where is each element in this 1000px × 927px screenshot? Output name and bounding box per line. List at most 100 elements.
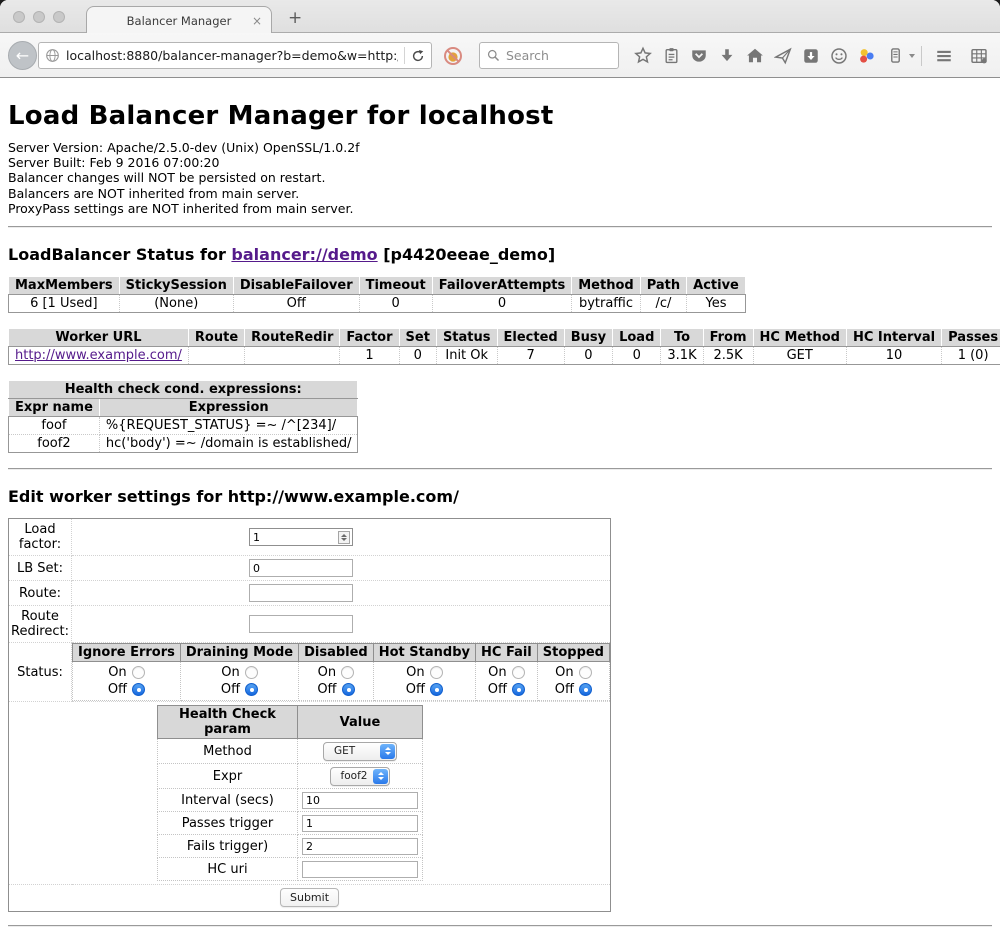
lb-set-input[interactable]: [249, 559, 353, 577]
hot-standby-off-radio[interactable]: [430, 683, 443, 696]
search-placeholder[interactable]: Search: [506, 48, 549, 63]
tab-close-icon[interactable]: ×: [252, 14, 262, 28]
from-value: 2.5K: [703, 347, 753, 365]
balancer-row: 6 [1 Used] (None) Off 0 0 bytraffic /c/ …: [9, 295, 746, 313]
draining-mode-on-radio[interactable]: [245, 666, 258, 679]
search-bar[interactable]: Search: [479, 42, 619, 69]
new-tab-button[interactable]: +: [288, 8, 302, 28]
close-window-button[interactable]: [13, 11, 25, 23]
col-timeout: Timeout: [359, 277, 432, 295]
downloads-icon[interactable]: [718, 47, 736, 65]
status-value: Init Ok: [436, 347, 497, 365]
lb-set-row: LB Set:: [9, 556, 611, 581]
tab-grid-icon[interactable]: [970, 47, 988, 65]
path-value: /c/: [640, 295, 686, 313]
worker-url-link[interactable]: http://www.example.com/: [15, 348, 182, 363]
col-health-check-param: Health Check param: [158, 706, 298, 739]
url-text[interactable]: localhost:8880/balancer-manager?b=demo&w…: [66, 48, 398, 63]
home-icon[interactable]: [746, 47, 764, 65]
draining-mode-off-radio[interactable]: [245, 683, 258, 696]
col-busy: Busy: [564, 329, 612, 347]
route-input[interactable]: [249, 584, 353, 602]
col-path: Path: [640, 277, 686, 295]
route-redirect-input[interactable]: [249, 615, 353, 633]
tab-balancer-manager[interactable]: Balancer Manager ×: [86, 6, 272, 34]
col-hc-interval: HC Interval: [846, 329, 941, 347]
method-select[interactable]: GET: [323, 742, 397, 761]
proxypass-note-line: ProxyPass settings are NOT inherited fro…: [8, 201, 992, 216]
on-label: On: [108, 665, 126, 680]
page-content: Load Balancer Manager for localhost Serv…: [0, 78, 1000, 927]
container-icon[interactable]: [886, 47, 904, 65]
hc-uri-row: HC uri: [158, 858, 423, 881]
status-row: Status: Ignore Errors Draining Mode Disa…: [9, 643, 611, 702]
stopped-off-radio[interactable]: [579, 683, 592, 696]
minimize-window-button[interactable]: [33, 11, 45, 23]
routeredir-value: [245, 347, 340, 365]
bookmark-star-icon[interactable]: [634, 47, 652, 65]
send-icon[interactable]: [774, 47, 792, 65]
back-button[interactable]: ←: [8, 41, 37, 70]
balancer-demo-link[interactable]: balancer://demo: [231, 245, 377, 264]
ignore-errors-on-radio[interactable]: [132, 666, 145, 679]
col-elected: Elected: [497, 329, 564, 347]
edit-worker-heading: Edit worker settings for http://www.exam…: [8, 487, 992, 506]
lb-heading-prefix: LoadBalancer Status for: [8, 245, 231, 264]
ignore-errors-off-radio[interactable]: [132, 683, 145, 696]
maximize-window-button[interactable]: [53, 11, 65, 23]
on-label: On: [318, 665, 336, 680]
hc-fail-radios: On Off: [476, 662, 538, 701]
col-expr-name: Expr name: [9, 399, 100, 417]
submit-button[interactable]: Submit: [280, 888, 339, 907]
pocket-icon[interactable]: [690, 47, 708, 65]
expr-selected-value: foof2: [341, 770, 368, 782]
color-dots-icon[interactable]: [858, 47, 876, 65]
expr-row-foof: foof %{REQUEST_STATUS} =~ /^[234]/: [9, 417, 358, 435]
hc-interval-value: 10: [846, 347, 941, 365]
fails-trigger-input[interactable]: [302, 838, 418, 855]
reading-list-icon[interactable]: [662, 47, 680, 65]
disabled-off-radio[interactable]: [342, 683, 355, 696]
set-value: 0: [399, 347, 436, 365]
expr-select[interactable]: foof2: [330, 767, 391, 786]
browser-window: Balancer Manager × + ← localhost:8880/ba…: [0, 0, 1000, 927]
url-bar[interactable]: localhost:8880/balancer-manager?b=demo&w…: [38, 42, 432, 69]
page-title: Load Balancer Manager for localhost: [8, 78, 992, 140]
submit-row: Submit: [9, 885, 611, 912]
stopped-on-radio[interactable]: [579, 666, 592, 679]
hc-fail-on-radio[interactable]: [512, 666, 525, 679]
square-download-icon[interactable]: [802, 47, 820, 65]
col-set: Set: [399, 329, 436, 347]
reload-icon[interactable]: [411, 49, 425, 63]
globe-icon: [45, 48, 60, 63]
col-method: Method: [572, 277, 640, 295]
load-factor-stepper-icon[interactable]: [338, 531, 350, 544]
on-label: On: [488, 665, 506, 680]
passes-trigger-input[interactable]: [302, 815, 418, 832]
worker-url-cell: http://www.example.com/: [9, 347, 189, 365]
health-check-expressions-table: Health check cond. expressions: Expr nam…: [8, 380, 358, 453]
dropdown-caret-icon[interactable]: [909, 54, 915, 58]
menu-icon[interactable]: [935, 47, 953, 65]
block-icon[interactable]: [443, 46, 463, 66]
col-expression: Expression: [99, 399, 358, 417]
method-row: Method GET: [158, 739, 423, 764]
off-label: Off: [317, 682, 336, 697]
hc-fail-off-radio[interactable]: [512, 683, 525, 696]
stickysession-value: (None): [119, 295, 233, 313]
hc-uri-input[interactable]: [302, 861, 418, 878]
method-value: bytraffic: [572, 295, 640, 313]
interval-input[interactable]: [302, 792, 418, 809]
load-factor-row: Load factor:: [9, 519, 611, 556]
toolbar-divider: [921, 46, 922, 66]
hot-standby-on-radio[interactable]: [430, 666, 443, 679]
chat-icon[interactable]: [830, 47, 848, 65]
factor-value: 1: [340, 347, 399, 365]
loadbalancer-status-heading: LoadBalancer Status for balancer://demo …: [8, 245, 992, 264]
balancer-status-table: MaxMembers StickySession DisableFailover…: [8, 276, 746, 313]
window-controls[interactable]: [13, 11, 65, 23]
divider: [8, 468, 992, 470]
status-label: Status:: [9, 643, 72, 702]
expr-row: Expr foof2: [158, 764, 423, 789]
disabled-on-radio[interactable]: [341, 666, 354, 679]
